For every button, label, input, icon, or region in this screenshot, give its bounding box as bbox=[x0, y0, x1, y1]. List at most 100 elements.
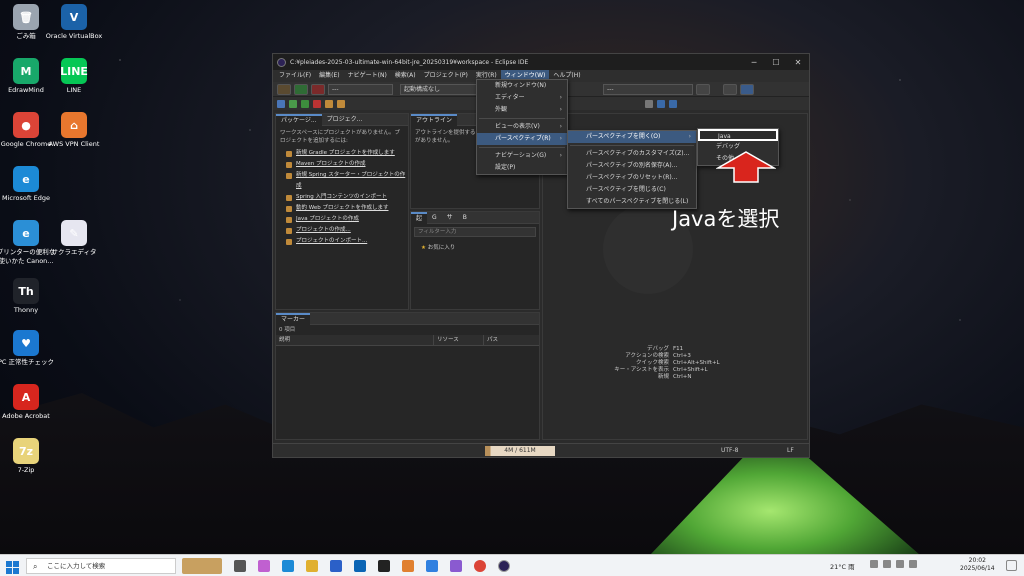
tab-package-explorer[interactable]: パッケージ... bbox=[276, 113, 322, 126]
tab-markers[interactable]: マーカー bbox=[276, 312, 311, 325]
menu-editor[interactable]: エディター › bbox=[477, 92, 567, 104]
terminal-taskbar-icon[interactable] bbox=[378, 559, 390, 572]
chevron-right-icon: › bbox=[688, 133, 691, 140]
minimize-button[interactable]: ─ bbox=[743, 58, 765, 67]
windows-start-icon[interactable] bbox=[6, 559, 19, 574]
copilot-icon[interactable] bbox=[258, 559, 270, 572]
volume-icon[interactable] bbox=[896, 560, 904, 568]
edge-taskbar-icon[interactable] bbox=[282, 559, 294, 572]
column-description[interactable]: 説明 bbox=[276, 335, 434, 345]
taskbar-search-input[interactable]: ⌕ ここに入力して検索 bbox=[26, 557, 176, 574]
encoding-status[interactable]: UTF-8 bbox=[721, 447, 739, 454]
tab-outline[interactable]: アウトライン bbox=[411, 113, 458, 126]
create-spring-starter-link[interactable]: 新規 Spring スターター・プロジェクトの作成 bbox=[286, 170, 408, 192]
desktop-shortcut[interactable]: e Microsoft Edge bbox=[0, 166, 58, 203]
desktop-shortcut[interactable]: ✎ サクラエディタ bbox=[42, 220, 106, 257]
tab-g[interactable]: G bbox=[427, 212, 442, 224]
line-ending-status[interactable]: LF bbox=[787, 447, 794, 454]
perspective-icon[interactable] bbox=[723, 83, 737, 95]
eclipse-taskbar-icon[interactable] bbox=[498, 559, 510, 572]
maximize-button[interactable]: ☐ bbox=[765, 58, 787, 67]
media-taskbar-icon[interactable] bbox=[402, 559, 414, 572]
open-type-icon[interactable] bbox=[337, 99, 345, 108]
menu-project[interactable]: プロジェクト(P) bbox=[420, 70, 472, 82]
menu-file[interactable]: ファイル(F) bbox=[275, 70, 315, 82]
desktop-shortcut[interactable]: 7z 7-Zip bbox=[0, 438, 58, 475]
menu-show-view[interactable]: ビューの表示(V) › bbox=[477, 121, 567, 133]
memory-indicator[interactable]: 4M / 611M bbox=[485, 446, 555, 456]
create-gradle-link[interactable]: 新規 Gradle プロジェクトを作成します bbox=[286, 148, 408, 159]
run-small-icon[interactable] bbox=[301, 99, 309, 108]
desktop-shortcut[interactable]: V Oracle VirtualBox bbox=[42, 4, 106, 41]
docs-taskbar-icon[interactable] bbox=[426, 559, 438, 572]
clock[interactable]: 20:02 2025/06/14 bbox=[960, 557, 995, 573]
chevron-up-icon[interactable] bbox=[870, 560, 878, 568]
chrome-taskbar-icon[interactable] bbox=[474, 559, 486, 572]
gear-icon[interactable] bbox=[696, 83, 710, 95]
menu-new-window[interactable]: 新規ウィンドウ(N) bbox=[477, 80, 567, 92]
menu-save-perspective-as[interactable]: パースペクティブの別名保存(A)... bbox=[568, 160, 696, 172]
menu-preferences[interactable]: 設定(P) bbox=[477, 162, 567, 174]
outlook-taskbar-icon[interactable] bbox=[354, 559, 366, 572]
menu-navigate[interactable]: ナビゲート(N) bbox=[344, 70, 391, 82]
create-project-link[interactable]: プロジェクトの作成... bbox=[286, 225, 408, 236]
notification-icon[interactable] bbox=[1006, 560, 1017, 571]
desktop-shortcut[interactable]: LINE LINE bbox=[42, 58, 106, 95]
record-icon[interactable] bbox=[313, 99, 321, 108]
menu-navigation[interactable]: ナビゲーション(G) › bbox=[477, 150, 567, 162]
hammer-icon[interactable] bbox=[277, 83, 291, 95]
create-java-project-link[interactable]: Java プロジェクトの作成 bbox=[286, 214, 408, 225]
weather-status[interactable]: 21°C 雨 bbox=[830, 561, 855, 571]
store-taskbar-icon[interactable] bbox=[330, 559, 342, 572]
new-icon[interactable] bbox=[277, 99, 285, 108]
menu-search[interactable]: 検索(A) bbox=[391, 70, 420, 82]
launch-config-combo[interactable]: 起動構成なし bbox=[400, 83, 480, 95]
menu-java-perspective[interactable]: Java bbox=[698, 129, 778, 141]
hint-label: クイック検索 bbox=[635, 360, 669, 366]
menu-appearance[interactable]: 外観 › bbox=[477, 104, 567, 116]
run-icon[interactable] bbox=[294, 83, 308, 95]
search-icon[interactable] bbox=[645, 99, 653, 108]
desktop-shortcut-label: サクラエディタ bbox=[51, 248, 97, 256]
menu-item-label: ビューの表示(V) bbox=[495, 123, 540, 130]
column-resource[interactable]: リソース bbox=[434, 335, 484, 345]
column-path[interactable]: パス bbox=[484, 335, 498, 345]
desktop-shortcut[interactable]: ♥ PC 正常性チェック bbox=[0, 330, 58, 367]
import-project-link[interactable]: プロジェクトのインポート... bbox=[286, 236, 408, 247]
run-mode-combo[interactable]: --- bbox=[328, 83, 393, 95]
title-bar[interactable]: C:¥pleiades-2025-03-ultimate-win-64bit-j… bbox=[273, 54, 809, 70]
desktop-shortcut[interactable]: ⌂ AWS VPN Client bbox=[42, 112, 106, 149]
tab-launch[interactable]: 起 bbox=[411, 211, 428, 224]
tab-sa[interactable]: サ bbox=[442, 212, 458, 224]
close-button[interactable]: ✕ bbox=[787, 58, 809, 67]
view-icon[interactable] bbox=[669, 99, 677, 108]
target-combo[interactable]: --- bbox=[603, 83, 693, 95]
debug-icon[interactable] bbox=[289, 99, 297, 108]
tab-project-explorer[interactable]: プロジェク... bbox=[322, 114, 368, 126]
visualstudio-taskbar-icon[interactable] bbox=[450, 559, 462, 572]
outline-icon[interactable] bbox=[657, 99, 665, 108]
search-icon: ⌕ bbox=[33, 561, 38, 571]
menu-open-perspective[interactable]: パースペクティブを開く(O) › bbox=[568, 131, 696, 143]
create-dynamic-web-link[interactable]: 動的 Web プロジェクトを作成します bbox=[286, 203, 408, 214]
menu-customize-perspective[interactable]: パースペクティブのカスタマイズ(Z)... bbox=[568, 148, 696, 160]
menu-close-perspective[interactable]: パースペクティブを閉じる(C) bbox=[568, 184, 696, 196]
menu-perspective[interactable]: パースペクティブ(R) › bbox=[477, 133, 567, 145]
java-perspective-icon[interactable] bbox=[740, 83, 754, 95]
desktop-shortcut[interactable]: A Adobe Acrobat bbox=[0, 384, 58, 421]
tab-b[interactable]: B bbox=[458, 212, 472, 224]
desktop-shortcut[interactable]: Th Thonny bbox=[0, 278, 58, 315]
import-spring-guide-link[interactable]: Spring 入門コンテンツのインポート bbox=[286, 192, 408, 203]
menu-edit[interactable]: 編集(E) bbox=[315, 70, 343, 82]
task-view-icon[interactable] bbox=[234, 559, 246, 572]
filter-input[interactable]: フィルター入力 bbox=[414, 227, 536, 237]
search-highlight-image[interactable] bbox=[182, 557, 222, 574]
explorer-taskbar-icon[interactable] bbox=[306, 559, 318, 572]
stop-icon[interactable] bbox=[311, 83, 325, 95]
ime-icon[interactable] bbox=[909, 560, 917, 568]
menu-reset-perspective[interactable]: パースペクティブのリセット(R)... bbox=[568, 172, 696, 184]
network-icon[interactable] bbox=[883, 560, 891, 568]
create-maven-link[interactable]: Maven プロジェクトの作成 bbox=[286, 159, 408, 170]
folder-icon[interactable] bbox=[325, 99, 333, 108]
favorites-item[interactable]: ★ お気に入り bbox=[411, 240, 539, 254]
